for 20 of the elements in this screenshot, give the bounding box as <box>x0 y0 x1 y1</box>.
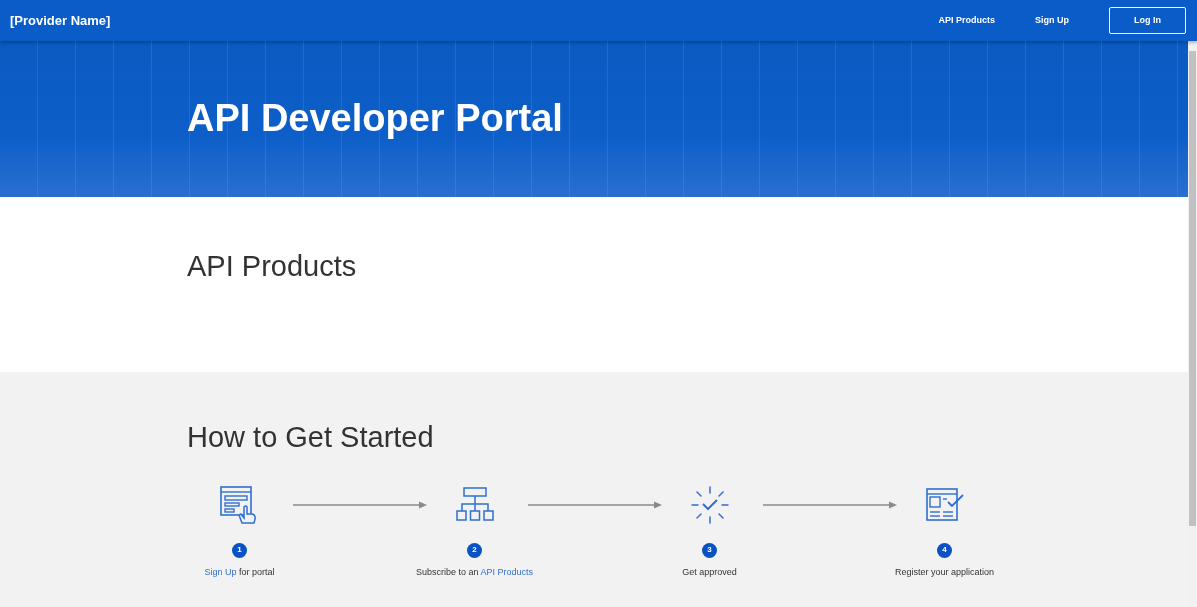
step-description: Sign Up for portal <box>203 565 276 579</box>
nav-link[interactable]: Sign Up <box>1035 13 1069 28</box>
hero-title: API Developer Portal <box>187 96 563 142</box>
login-button[interactable]: Log In <box>1109 7 1186 34</box>
step-number: 3 <box>702 542 717 558</box>
step-number: 1 <box>232 542 247 558</box>
step-link[interactable]: API Products <box>480 566 534 577</box>
step-number: 2 <box>467 542 482 558</box>
step-number: 4 <box>937 542 952 558</box>
nav-link[interactable]: API Products <box>938 13 995 28</box>
brand-name[interactable]: [Provider Name] <box>10 10 111 31</box>
step-link[interactable]: Sign Up <box>204 566 237 577</box>
step-description: Get approved <box>681 565 738 579</box>
section-title: How to Get Started <box>187 420 435 455</box>
step-description: Subscribe to an API Products <box>414 565 535 579</box>
step-description: Register your application <box>893 565 996 579</box>
section-title: API Products <box>187 249 358 284</box>
scrollbar[interactable] <box>1188 41 1197 607</box>
scrollbar-thumb[interactable] <box>1189 51 1196 526</box>
checkmark-burst-icon <box>690 484 730 525</box>
